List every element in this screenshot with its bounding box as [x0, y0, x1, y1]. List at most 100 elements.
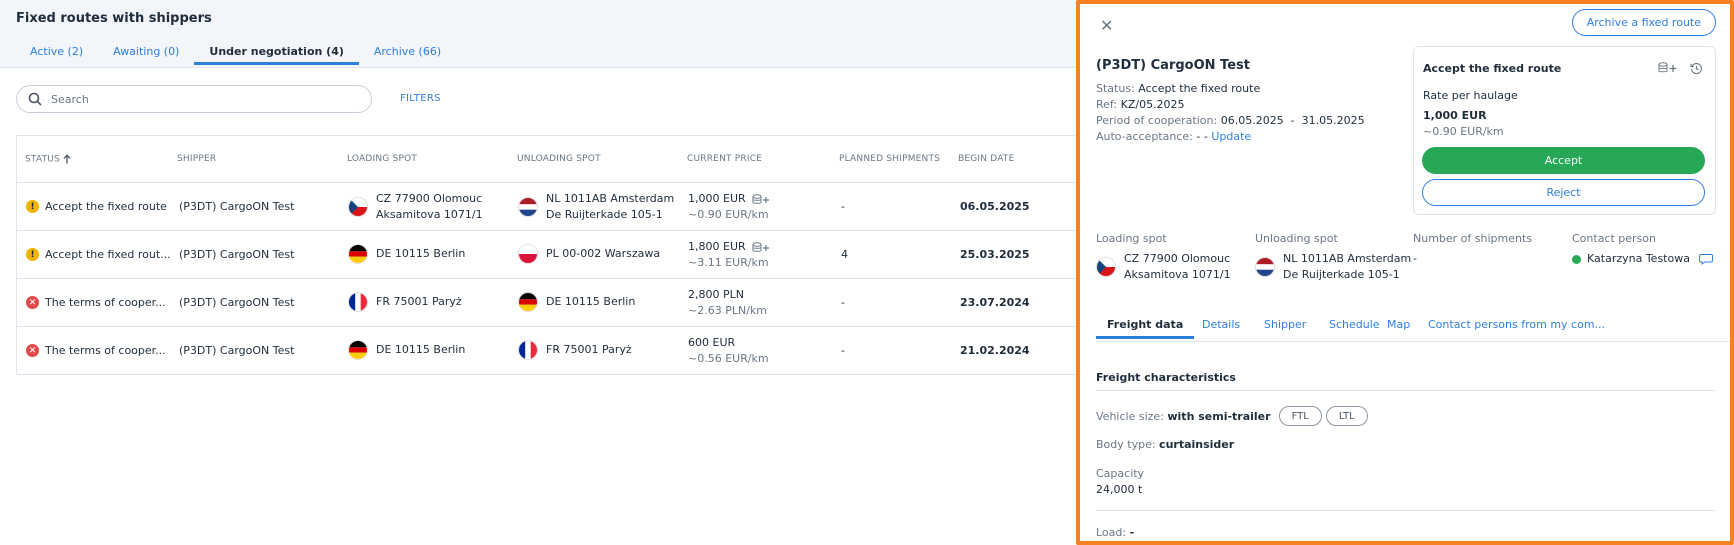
tab-map[interactable]: Map: [1387, 318, 1410, 331]
unloading-spot-info: Unloading spot NL 1011AB Amsterdam De Rui…: [1255, 232, 1412, 281]
status-line: Status: Accept the fixed route: [1096, 82, 1261, 95]
page-title: Fixed routes with shippers: [16, 11, 212, 26]
table-row[interactable]: ! Accept the fixed route (P3DT) CargoON …: [17, 183, 1076, 231]
detail-tabs: Freight data Details Shipper Schedule Ma…: [1096, 314, 1730, 342]
row-price-per-km: ~3.11 EUR/km: [688, 256, 769, 269]
tab-active[interactable]: Active (2): [16, 45, 98, 65]
archive-fixed-route-button[interactable]: Archive a fixed route: [1571, 9, 1716, 36]
row-shipments: -: [841, 200, 845, 213]
chat-bubble-icon[interactable]: [1698, 253, 1713, 265]
row-loading-line1: DE 10115 Berlin: [376, 247, 466, 260]
update-link[interactable]: Update: [1211, 130, 1251, 143]
column-header-current-price[interactable]: CURRENT PRICE: [687, 154, 762, 164]
row-status: Accept the fixed route: [45, 200, 167, 213]
page-header: Fixed routes with shippers Active (2) Aw…: [0, 0, 1076, 68]
accept-fixed-route-card: Accept the fixed route Rate per haulage …: [1413, 46, 1716, 215]
period-line: Period of cooperation: 06.05.2025 - 31.0…: [1096, 114, 1365, 127]
row-shipper: (P3DT) CargoON Test: [179, 200, 295, 213]
table-row[interactable]: ✕ The terms of cooper... (P3DT) CargoON …: [17, 327, 1076, 375]
row-price: 600 EUR: [688, 336, 736, 349]
row-unloading-line1: NL 1011AB Amsterdam: [546, 192, 675, 205]
row-unloading-line1: PL 00-002 Warszawa: [546, 247, 661, 260]
vehicle-size-line: Vehicle size: with semi-trailer FTL LTL: [1096, 406, 1368, 426]
flag-nl-icon: [518, 197, 538, 217]
table-row[interactable]: ! Accept the fixed rout... (P3DT) CargoO…: [17, 231, 1076, 279]
flag-de-icon: [518, 292, 538, 312]
row-begin-date: 21.02.2024: [960, 344, 1030, 357]
row-shipments: -: [841, 344, 845, 357]
body-type-line: Body type: curtainsider: [1096, 438, 1235, 451]
row-price-per-km: ~0.90 EUR/km: [688, 208, 769, 221]
row-status: Accept the fixed rout...: [45, 248, 171, 261]
row-shipper: (P3DT) CargoON Test: [179, 248, 295, 261]
capacity-label: Capacity: [1096, 467, 1145, 480]
row-begin-date: 25.03.2025: [960, 248, 1030, 261]
column-header-loading-spot[interactable]: LOADING SPOT: [347, 154, 417, 164]
reject-button[interactable]: Reject: [1422, 179, 1705, 206]
ltl-tag: LTL: [1325, 406, 1368, 426]
tab-under-negotiation[interactable]: Under negotiation (4): [194, 45, 359, 65]
row-begin-date: 06.05.2025: [960, 200, 1030, 213]
row-shipments: 4: [841, 248, 848, 261]
loading-spot-info: Loading spot CZ 77900 Olomouc Aksamitova …: [1096, 232, 1231, 281]
row-shipper: (P3DT) CargoON Test: [179, 296, 295, 309]
rate-label: Rate per haulage: [1423, 89, 1518, 102]
close-icon[interactable]: ✕: [1100, 16, 1113, 35]
sort-arrow-up-icon: [63, 154, 71, 164]
warning-icon: !: [26, 200, 39, 213]
database-add-icon[interactable]: [752, 193, 770, 205]
tab-contact-persons[interactable]: Contact persons from my com...: [1428, 318, 1605, 331]
rate-per-km: ~0.90 EUR/km: [1423, 125, 1504, 138]
flag-cz-icon: [348, 197, 368, 217]
flag-de-icon: [348, 244, 368, 264]
row-unloading-line1: FR 75001 Paryż: [546, 343, 632, 356]
row-shipments: -: [841, 296, 845, 309]
accept-button[interactable]: Accept: [1422, 147, 1705, 174]
table-row[interactable]: ✕ The terms of cooper... (P3DT) CargoON …: [17, 279, 1076, 327]
row-loading-line1: DE 10115 Berlin: [376, 343, 466, 356]
search-icon: [28, 92, 42, 106]
rate-value: 1,000 EUR: [1423, 109, 1487, 122]
tab-awaiting[interactable]: Awaiting (0): [98, 45, 194, 65]
column-header-planned-shipments[interactable]: PLANNED SHIPMENTS: [839, 154, 940, 164]
tab-freight-data[interactable]: Freight data: [1096, 318, 1195, 339]
search-input[interactable]: [51, 92, 351, 106]
flag-de-icon: [348, 340, 368, 360]
row-price-per-km: ~0.56 EUR/km: [688, 352, 769, 365]
flag-pl-icon: [518, 244, 538, 264]
flag-nl-icon: [1255, 257, 1275, 277]
history-icon[interactable]: [1690, 62, 1703, 75]
row-begin-date: 23.07.2024: [960, 296, 1030, 309]
row-price: 1,000 EUR: [688, 192, 746, 205]
filters-button[interactable]: FILTERS: [400, 93, 441, 104]
auto-acceptance-line: Auto-acceptance: - - Update: [1096, 130, 1252, 143]
row-price: 2,800 PLN: [688, 288, 744, 301]
tab-schedule[interactable]: Schedule: [1329, 318, 1380, 331]
database-add-icon[interactable]: [1658, 62, 1678, 74]
main-area: Fixed routes with shippers Active (2) Aw…: [0, 0, 1076, 545]
search-box: [16, 85, 372, 113]
column-header-status[interactable]: STATUS: [25, 154, 71, 164]
row-status: The terms of cooper...: [45, 344, 166, 357]
number-of-shipments-info: Number of shipments -: [1413, 232, 1533, 265]
tab-details[interactable]: Details: [1202, 318, 1240, 331]
routes-table: STATUS SHIPPER LOADING SPOT UNLOADING SP…: [16, 135, 1076, 375]
column-header-shipper[interactable]: SHIPPER: [177, 154, 216, 164]
freight-characteristics-title: Freight characteristics: [1096, 371, 1236, 384]
row-shipper: (P3DT) CargoON Test: [179, 344, 295, 357]
status-tabs: Active (2) Awaiting (0) Under negotiatio…: [16, 45, 456, 65]
capacity-value: 24,000 t: [1096, 483, 1143, 496]
error-icon: ✕: [26, 296, 39, 309]
column-header-begin-date[interactable]: BEGIN DATE: [958, 154, 1015, 164]
online-status-dot: [1572, 254, 1581, 264]
divider: [1096, 390, 1716, 391]
database-add-icon[interactable]: [752, 241, 770, 253]
tab-archive[interactable]: Archive (66): [359, 45, 456, 65]
row-price: 1,800 EUR: [688, 240, 746, 253]
row-loading-line2: Aksamitova 1071/1: [376, 208, 483, 221]
contact-person-info: Contact person Katarzyna Testowa: [1572, 232, 1713, 267]
tab-shipper[interactable]: Shipper: [1264, 318, 1306, 331]
flag-cz-icon: [1096, 257, 1116, 277]
divider: [1096, 510, 1716, 511]
column-header-unloading-spot[interactable]: UNLOADING SPOT: [517, 154, 601, 164]
